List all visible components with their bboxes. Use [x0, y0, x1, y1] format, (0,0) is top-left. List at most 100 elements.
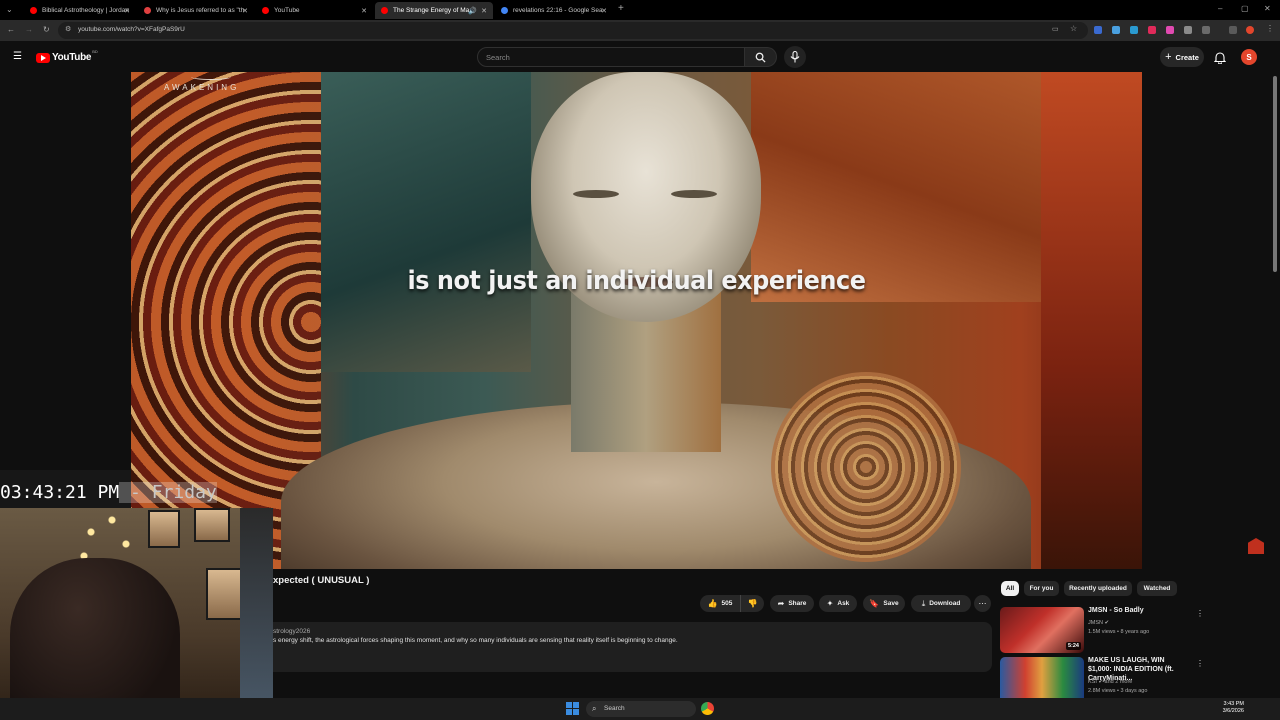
wall-photo-frame: [148, 510, 180, 548]
dislike-button[interactable]: 👎: [740, 595, 764, 612]
site-info-icon[interactable]: ⚙: [65, 26, 71, 33]
save-button[interactable]: 🔖 Save: [863, 595, 905, 612]
video-player[interactable]: AWAKENING is not just an individual expe…: [131, 72, 1142, 569]
close-window-icon[interactable]: ✕: [1264, 5, 1271, 13]
extension-icon[interactable]: [1148, 26, 1156, 34]
description-box[interactable]: [273, 622, 992, 672]
chrome-taskbar-icon[interactable]: [701, 702, 714, 715]
extension-icon[interactable]: [1094, 26, 1102, 34]
extension-icon[interactable]: [1130, 26, 1138, 34]
search-button[interactable]: [745, 47, 777, 67]
avatar[interactable]: S: [1241, 49, 1257, 65]
video-figure-eye: [671, 190, 717, 198]
minimize-icon[interactable]: –: [1218, 5, 1222, 13]
video-caption: is not just an individual experience: [407, 266, 866, 296]
taskbar-search-placeholder: Search: [604, 705, 625, 712]
browser-tab[interactable]: Biblical Astrotheology | Jordan ✕: [24, 2, 136, 19]
like-button[interactable]: 👍 505: [700, 595, 740, 612]
browser-tab-active[interactable]: The Strange Energy of Ma 🔊 ✕: [375, 2, 493, 19]
tab-close-icon[interactable]: ✕: [242, 7, 248, 15]
profile-icon[interactable]: [1246, 26, 1254, 34]
youtube-logo[interactable]: YouTube BD: [36, 49, 98, 63]
taskbar-search-input[interactable]: ⌕ Search: [586, 701, 696, 717]
video-duration: 5:24: [1065, 642, 1081, 650]
browser-tab[interactable]: YouTube ✕: [256, 2, 373, 19]
verified-icon: ✔: [1104, 620, 1110, 626]
microphone-icon: [790, 51, 800, 63]
recommendation-channel[interactable]: KSI ✔ and 2 more: [1088, 679, 1132, 685]
search-input[interactable]: Search: [477, 47, 745, 67]
windows-taskbar: ⌕ Search 3:43 PM 3/6/2026: [0, 698, 1280, 720]
share-button[interactable]: ➦ Share: [770, 595, 814, 612]
windows-start-icon[interactable]: [566, 702, 579, 715]
taskbar-date: 3/6/2026: [1222, 708, 1244, 715]
extension-icon[interactable]: [1112, 26, 1120, 34]
verified-icon: ✔: [1098, 679, 1104, 685]
video-figure-eye: [573, 190, 619, 198]
browser-toolbar: ← → ↻ ⚙ youtube.com/watch?v=XFafgPaS9rU …: [0, 20, 1280, 41]
search-placeholder: Search: [486, 53, 510, 62]
extensions-puzzle-icon[interactable]: [1202, 26, 1210, 34]
search-icon: [755, 52, 766, 63]
tab-close-icon[interactable]: ✕: [124, 7, 130, 15]
chip-all[interactable]: All: [1001, 581, 1019, 596]
site-favicon-icon: [144, 7, 151, 14]
clock-time: 03:43:21 PM: [0, 482, 120, 503]
address-bar[interactable]: ⚙ youtube.com/watch?v=XFafgPaS9rU ▭ ☆: [58, 22, 1088, 39]
tab-audio-icon[interactable]: 🔊: [468, 7, 477, 15]
create-label: Create: [1175, 52, 1199, 62]
channel-watermark-icon[interactable]: [1248, 538, 1264, 554]
hamburger-menu-icon[interactable]: ☰: [13, 52, 22, 62]
recommendation-channel[interactable]: JMSN ✔: [1088, 620, 1109, 626]
logo-text: YouTube: [52, 52, 92, 63]
chip-for-you[interactable]: For you: [1024, 581, 1059, 596]
youtube-play-icon: [36, 52, 50, 63]
recommendation-thumbnail[interactable]: [1000, 657, 1084, 703]
forward-icon[interactable]: →: [25, 26, 33, 34]
voice-search-button[interactable]: [784, 46, 806, 68]
tab-search-chevron-icon[interactable]: ⌄: [6, 6, 13, 14]
recommendation-meta: 1.5M views • 8 years ago: [1088, 629, 1150, 635]
tab-title: Why is Jesus referred to as "th: [156, 7, 245, 14]
video-brand-watermark: AWAKENING: [164, 83, 240, 92]
back-icon[interactable]: ←: [7, 26, 15, 34]
chip-watched[interactable]: Watched: [1137, 581, 1177, 596]
ask-button[interactable]: ✦ Ask: [819, 595, 857, 612]
browser-tab[interactable]: revelations 22:16 - Google Sea ✕: [495, 2, 613, 19]
more-actions-button[interactable]: ⋯: [974, 595, 991, 612]
google-favicon-icon: [501, 7, 508, 14]
extension-icon[interactable]: [1184, 26, 1192, 34]
youtube-favicon-icon: [262, 7, 269, 14]
recommendation-item[interactable]: 5:24 JMSN - So Badly JMSN ✔ 1.5M views •…: [1000, 607, 1204, 655]
reload-icon[interactable]: ↻: [43, 26, 50, 34]
sidebar-icon[interactable]: [1229, 26, 1237, 34]
recommendation-title[interactable]: JMSN - So Badly: [1088, 607, 1188, 616]
tab-close-icon[interactable]: ✕: [361, 7, 367, 15]
recommendation-thumbnail[interactable]: 5:24: [1000, 607, 1084, 653]
new-tab-button[interactable]: +: [618, 4, 624, 14]
taskbar-search-icon: ⌕: [592, 704, 597, 713]
more-vertical-icon[interactable]: ⋮: [1196, 609, 1204, 618]
notifications-bell-icon[interactable]: [1214, 51, 1226, 64]
chip-recently-uploaded[interactable]: Recently uploaded: [1064, 581, 1132, 596]
taskbar-clock[interactable]: 3:43 PM 3/6/2026: [1223, 701, 1244, 716]
webcam-overlay: [0, 508, 273, 720]
create-button[interactable]: + Create: [1160, 47, 1204, 67]
bookmark-star-icon[interactable]: ☆: [1070, 25, 1077, 33]
browser-menu-icon[interactable]: ⋮: [1266, 25, 1274, 33]
description-hashtag[interactable]: strology2026: [273, 628, 310, 635]
bookmark-icon: 🔖: [869, 599, 880, 608]
tab-close-icon[interactable]: ✕: [601, 7, 607, 15]
browser-tab[interactable]: Why is Jesus referred to as "th ✕: [138, 2, 254, 19]
webcam-right-edge: [240, 508, 273, 720]
channel-name: KSI: [1088, 679, 1097, 685]
tab-close-icon[interactable]: ✕: [481, 7, 487, 15]
url-text: youtube.com/watch?v=XFafgPaS9rU: [78, 26, 185, 33]
maximize-icon[interactable]: ▢: [1241, 5, 1249, 13]
extension-icon[interactable]: [1166, 26, 1174, 34]
more-vertical-icon[interactable]: ⋮: [1196, 659, 1204, 668]
install-app-icon[interactable]: ▭: [1052, 26, 1059, 33]
page-scrollbar[interactable]: [1273, 76, 1277, 272]
wall-photo-frame: [206, 568, 242, 620]
download-button[interactable]: ⤓ Download: [911, 595, 971, 612]
